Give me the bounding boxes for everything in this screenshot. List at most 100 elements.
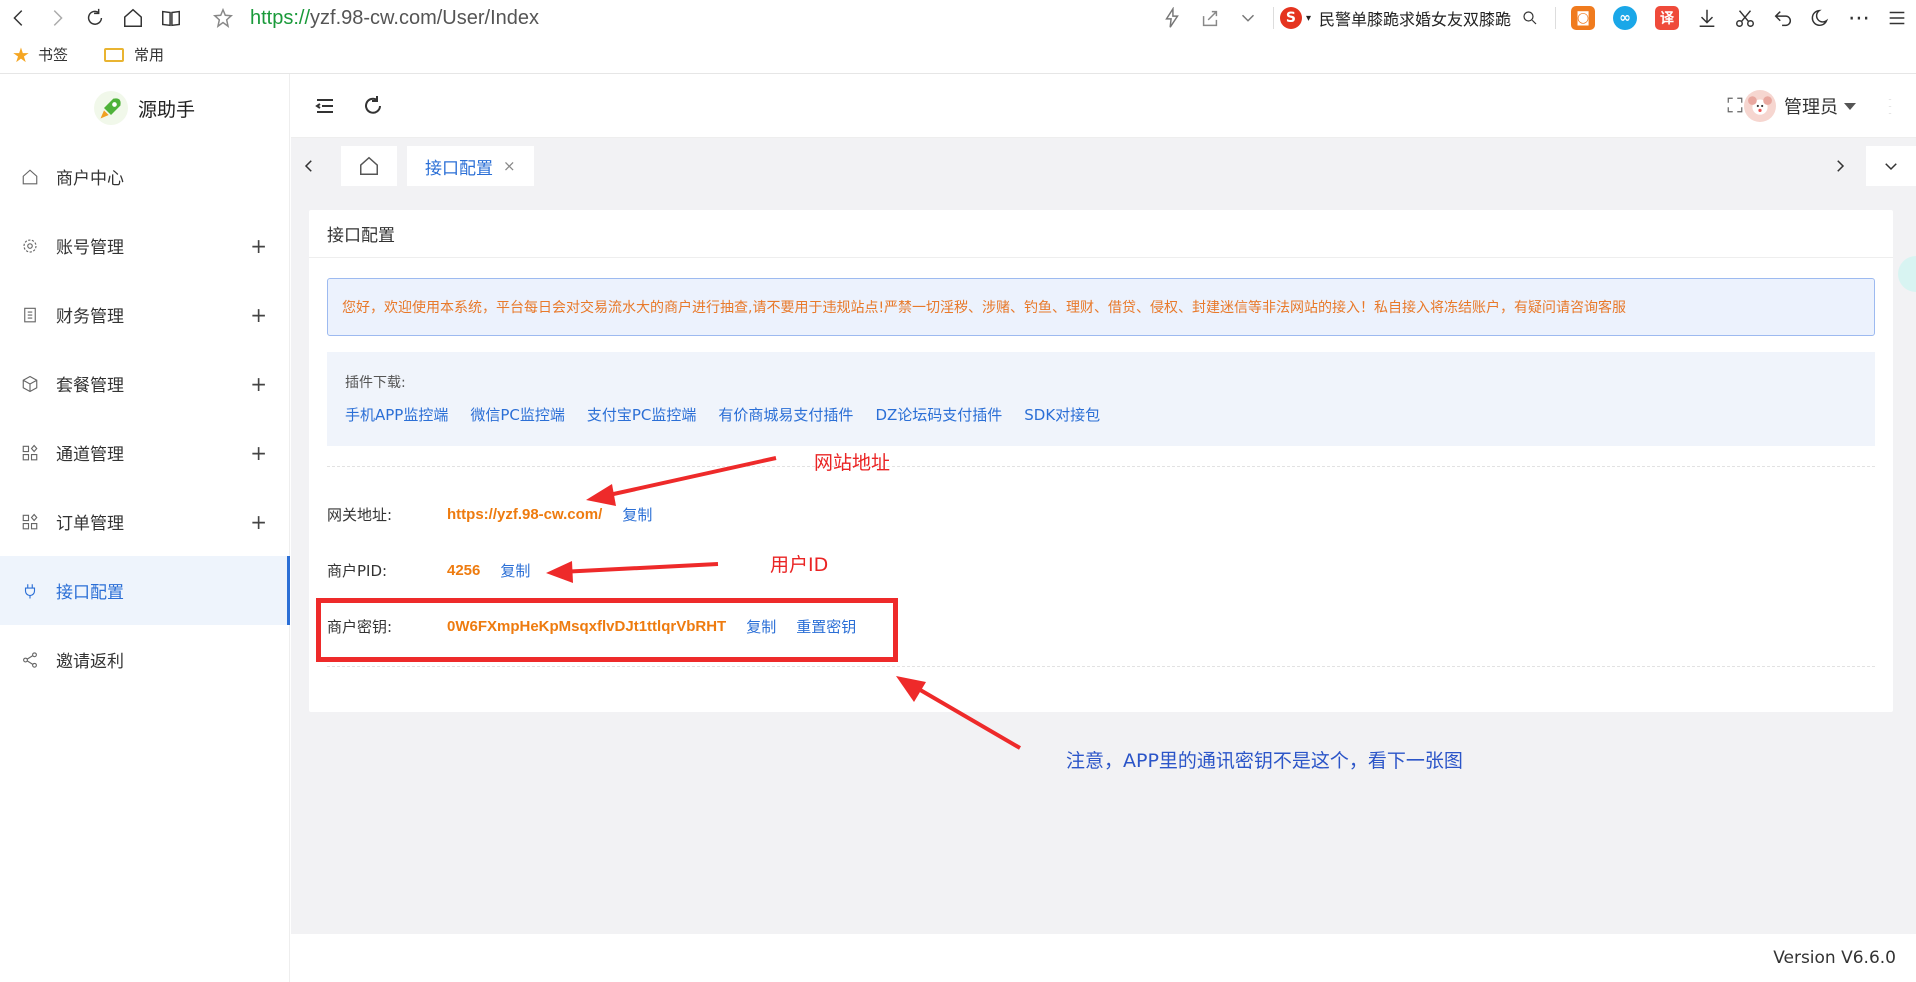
brand-name: 源助手 <box>137 98 195 121</box>
star-icon: ★ <box>12 42 30 67</box>
menu-icon[interactable] <box>1878 0 1916 36</box>
share-page-icon[interactable] <box>1191 0 1229 36</box>
browser-toolbar: https://yzf.98-cw.com/User/Index S ▾ 民警单… <box>0 0 1916 36</box>
more-vertical-icon[interactable] <box>1878 94 1902 118</box>
avatar <box>1744 90 1776 122</box>
expand-icon[interactable]: + <box>250 510 267 534</box>
game-icon[interactable]: ◙ <box>1571 6 1595 30</box>
folder-icon <box>103 47 124 62</box>
divider <box>1272 7 1274 29</box>
gateway-row: 网关地址: https://yzf.98-cw.com/ 复制 <box>327 504 652 525</box>
divider <box>1555 7 1556 29</box>
search-icon[interactable] <box>1511 0 1549 36</box>
bookmark-item[interactable]: ★ 书签 <box>12 43 68 67</box>
search-engine-icon[interactable]: S <box>1279 7 1302 29</box>
sidebar-item-invite[interactable]: 邀请返利 <box>0 625 289 694</box>
expand-icon[interactable]: + <box>250 303 267 327</box>
sidebar-item-channel[interactable]: 通道管理 + <box>0 418 289 487</box>
copy-gateway-button[interactable]: 复制 <box>622 504 652 525</box>
pid-row: 商户PID: 4256 复制 <box>327 560 530 581</box>
infinity-icon[interactable]: ∞ <box>1613 6 1637 30</box>
sidebar-item-merchant-center[interactable]: 商户中心 <box>0 142 289 211</box>
favorite-star-icon[interactable] <box>204 0 242 36</box>
plug-icon <box>20 581 40 601</box>
plugins-label: 插件下载: <box>345 375 406 391</box>
expand-icon[interactable]: + <box>250 372 267 396</box>
sidebar-item-account[interactable]: 账号管理 + <box>0 211 289 280</box>
grid-icon <box>20 512 40 532</box>
notice-banner: 您好，欢迎使用本系统，平台每日会对交易流水大的商户进行抽查,请不要用于违规站点!… <box>327 278 1875 336</box>
expand-icon[interactable]: + <box>250 234 267 258</box>
undo-icon[interactable] <box>1764 0 1802 36</box>
sidebar-item-label: 接口配置 <box>56 583 124 603</box>
plugin-link[interactable]: 有价商城易支付插件 <box>718 404 853 425</box>
plugin-link[interactable]: 手机APP监控端 <box>345 404 448 425</box>
sidebar-item-label: 套餐管理 <box>56 376 124 396</box>
collapse-menu-icon[interactable] <box>313 94 337 118</box>
moon-icon[interactable] <box>1802 0 1840 36</box>
plugin-link[interactable]: 微信PC监控端 <box>470 404 565 425</box>
tab-home[interactable] <box>341 146 397 186</box>
refresh-icon[interactable] <box>361 94 385 118</box>
sidebar-item-package[interactable]: 套餐管理 + <box>0 349 289 418</box>
share-icon <box>20 650 40 670</box>
reader-icon[interactable] <box>152 0 190 36</box>
footer: Version V6.6.0 <box>291 934 1916 982</box>
download-icon[interactable] <box>1688 0 1726 36</box>
plugin-link[interactable]: 支付宝PC监控端 <box>587 404 697 425</box>
sidebar-item-label: 财务管理 <box>56 307 124 327</box>
fullscreen-icon[interactable] <box>1726 96 1746 116</box>
address-bar[interactable]: https://yzf.98-cw.com/User/Index <box>250 7 539 30</box>
search-box[interactable]: S ▾ 民警单膝跪求婚女友双膝跪 <box>1279 0 1549 36</box>
floating-helper-icon[interactable] <box>1898 256 1916 292</box>
sidebar-item-label: 订单管理 <box>56 514 124 534</box>
ledger-icon <box>20 305 40 325</box>
main-area: 管理员 接口配置 × 接口配置 您好，欢迎使用本系统，平台每日会对交易流水大的商… <box>291 74 1916 982</box>
more-icon[interactable]: ⋯ <box>1840 0 1878 36</box>
lightning-icon[interactable] <box>1153 0 1191 36</box>
copy-pid-button[interactable]: 复制 <box>500 560 530 581</box>
forward-icon[interactable] <box>38 0 76 36</box>
sidebar-item-api-config[interactable]: 接口配置 <box>0 556 290 625</box>
gear-icon <box>20 236 40 256</box>
sidebar-item-finance[interactable]: 财务管理 + <box>0 280 289 349</box>
url-scheme: https:// <box>250 6 311 29</box>
tab-label: 接口配置 <box>425 158 493 179</box>
expand-icon[interactable]: + <box>250 441 267 465</box>
plugin-links: 手机APP监控端 微信PC监控端 支付宝PC监控端 有价商城易支付插件 DZ论坛… <box>345 404 1857 425</box>
rocket-icon <box>93 91 128 125</box>
sidebar-item-order[interactable]: 订单管理 + <box>0 487 289 556</box>
tabs-dropdown-icon[interactable] <box>1866 146 1916 186</box>
gateway-label: 网关地址: <box>327 506 393 524</box>
scissors-icon[interactable] <box>1726 0 1764 36</box>
home-icon <box>20 167 40 187</box>
notice-text: 您好，欢迎使用本系统，平台每日会对交易流水大的商户进行抽查,请不要用于违规站点!… <box>342 300 1627 316</box>
admin-menu[interactable]: 管理员 <box>1744 90 1856 122</box>
url-path: yzf.98-cw.com/User/Index <box>310 6 539 29</box>
brand-logo[interactable]: 源助手 <box>0 74 289 142</box>
bookmark-folder[interactable]: 常用 <box>103 44 164 65</box>
back-icon[interactable] <box>0 0 38 36</box>
tab-api-config[interactable]: 接口配置 × <box>407 146 534 186</box>
home-icon[interactable] <box>114 0 152 36</box>
sidebar-item-label: 账号管理 <box>56 238 124 258</box>
tabs-next-icon[interactable] <box>1822 146 1858 186</box>
plugin-link[interactable]: DZ论坛码支付插件 <box>875 404 1002 425</box>
top-header: 管理员 <box>291 74 1916 138</box>
bookmarks-bar: ★ 书签 常用 <box>0 36 1916 74</box>
pid-value: 4256 <box>447 562 481 579</box>
dropdown-caret-icon: ▾ <box>1305 12 1311 24</box>
close-icon[interactable]: × <box>503 157 516 175</box>
reload-icon[interactable] <box>76 0 114 36</box>
annotation-note: 注意，APP里的通讯密钥不是这个，看下一张图 <box>1066 750 1463 772</box>
annotation-site-address: 网站地址 <box>814 452 891 474</box>
translate-icon[interactable]: 译 <box>1655 6 1679 30</box>
chevron-down-icon[interactable] <box>1229 0 1267 36</box>
plugin-link[interactable]: SDK对接包 <box>1024 404 1100 425</box>
tabs-prev-icon[interactable] <box>291 146 327 186</box>
sidebar-item-label: 邀请返利 <box>56 652 124 672</box>
gateway-value: https://yzf.98-cw.com/ <box>447 506 603 523</box>
pid-label: 商户PID: <box>327 562 388 580</box>
sidebar-item-label: 商户中心 <box>56 169 124 189</box>
search-hot-text: 民警单膝跪求婚女友双膝跪 <box>1318 10 1511 29</box>
